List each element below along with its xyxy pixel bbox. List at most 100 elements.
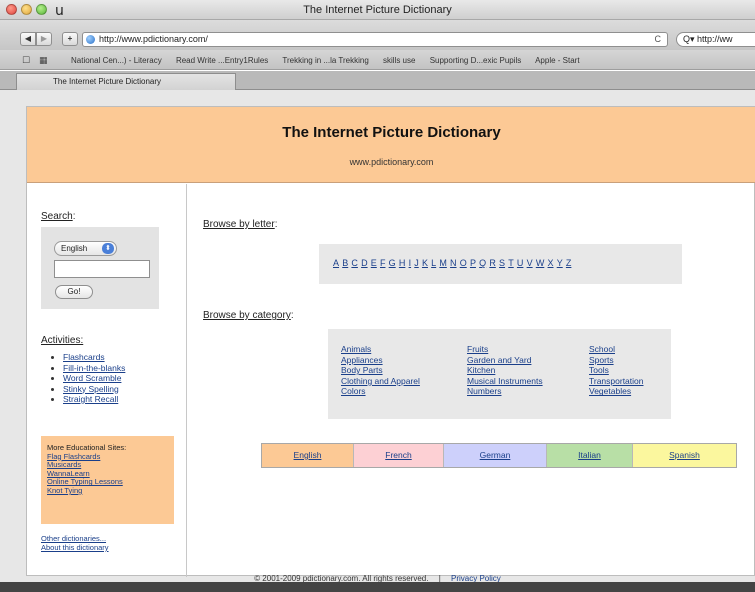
forward-button[interactable]: ▶ bbox=[36, 32, 52, 46]
letter-link-u[interactable]: U bbox=[517, 258, 524, 268]
language-link-spanish[interactable]: Spanish bbox=[669, 450, 700, 460]
letter-item: S bbox=[499, 258, 505, 268]
letter-item: Q bbox=[479, 258, 486, 268]
letter-item: L bbox=[431, 258, 436, 268]
back-button[interactable]: ◀ bbox=[20, 32, 36, 46]
window-title: The Internet Picture Dictionary bbox=[303, 4, 452, 16]
category-link-colors[interactable]: Colors bbox=[341, 386, 366, 396]
letter-item: C bbox=[351, 258, 358, 268]
letter-item: U bbox=[517, 258, 524, 268]
letter-link-s[interactable]: S bbox=[499, 258, 505, 268]
language-select[interactable]: English ⬍ bbox=[54, 241, 117, 256]
letter-item: K bbox=[422, 258, 428, 268]
reload-icon[interactable]: C bbox=[655, 33, 662, 46]
category-link-musical-instruments[interactable]: Musical Instruments bbox=[467, 376, 543, 386]
category-link-vegetables[interactable]: Vegetables bbox=[589, 386, 631, 396]
letter-link-x[interactable]: X bbox=[548, 258, 554, 268]
letter-item: X bbox=[548, 258, 554, 268]
bookmarks-bar: ☐ ▦ National Cen...) - Literacy Read Wri… bbox=[0, 50, 755, 70]
activity-link-stinky-spelling[interactable]: Stinky Spelling bbox=[63, 384, 119, 394]
language-link-italian[interactable]: Italian bbox=[578, 450, 601, 460]
category-link-garden[interactable]: Garden and Yard bbox=[467, 355, 531, 365]
bookmark-item[interactable]: Read Write ...Entry1Rules bbox=[176, 56, 268, 65]
language-cell-english[interactable]: English bbox=[262, 444, 354, 467]
search-input[interactable] bbox=[54, 260, 150, 278]
category-link-animals[interactable]: Animals bbox=[341, 344, 371, 354]
letter-link-m[interactable]: M bbox=[439, 258, 447, 268]
category-link-kitchen[interactable]: Kitchen bbox=[467, 365, 495, 375]
letter-link-j[interactable]: J bbox=[414, 258, 419, 268]
language-cell-italian[interactable]: Italian bbox=[547, 444, 633, 467]
letter-link-l[interactable]: L bbox=[431, 258, 436, 268]
page-viewport: The Internet Picture Dictionary www.pdic… bbox=[0, 90, 755, 592]
letter-link-c[interactable]: C bbox=[351, 258, 358, 268]
letter-link-h[interactable]: H bbox=[399, 258, 406, 268]
add-bookmark-button[interactable]: + bbox=[62, 32, 78, 46]
edu-link-knot-tying[interactable]: Knot Tying bbox=[47, 486, 82, 495]
reading-list-icon[interactable]: ☐ bbox=[22, 55, 30, 66]
category-link-numbers[interactable]: Numbers bbox=[467, 386, 501, 396]
letter-link-b[interactable]: B bbox=[342, 258, 348, 268]
activity-link-straight-recall[interactable]: Straight Recall bbox=[63, 394, 118, 404]
bookmark-item[interactable]: Supporting D...exic Pupils bbox=[430, 56, 522, 65]
letter-link-f[interactable]: F bbox=[380, 258, 386, 268]
activity-link-flashcards[interactable]: Flashcards bbox=[63, 352, 105, 362]
activity-link-word-scramble[interactable]: Word Scramble bbox=[63, 373, 121, 383]
category-link-appliances[interactable]: Appliances bbox=[341, 355, 383, 365]
letter-link-r[interactable]: R bbox=[489, 258, 496, 268]
language-cell-french[interactable]: French bbox=[354, 444, 444, 467]
category-link-tools[interactable]: Tools bbox=[589, 365, 609, 375]
bookmark-item[interactable]: Trekking in ...la Trekking bbox=[282, 56, 368, 65]
letter-item: P bbox=[470, 258, 476, 268]
language-cell-spanish[interactable]: Spanish bbox=[633, 444, 736, 467]
search-panel: English ⬍ Go! bbox=[41, 227, 159, 309]
letter-link-t[interactable]: T bbox=[508, 258, 514, 268]
site-url: www.pdictionary.com bbox=[349, 157, 434, 167]
bookmark-item[interactable]: skills use bbox=[383, 56, 415, 65]
category-link-sports[interactable]: Sports bbox=[589, 355, 614, 365]
bookmark-item[interactable]: National Cen...) - Literacy bbox=[71, 56, 162, 65]
title-bar: u The Internet Picture Dictionary bbox=[0, 0, 755, 20]
activity-item: Flashcards bbox=[63, 352, 125, 363]
browser-search-field[interactable]: Q▾ http://ww bbox=[676, 32, 755, 47]
letter-link-g[interactable]: G bbox=[389, 258, 396, 268]
language-link-english[interactable]: English bbox=[294, 450, 322, 460]
letter-item: F bbox=[380, 258, 386, 268]
letter-link-n[interactable]: N bbox=[450, 258, 457, 268]
letter-link-d[interactable]: D bbox=[361, 258, 368, 268]
activity-link-fill-in-the-blanks[interactable]: Fill-in-the-blanks bbox=[63, 363, 125, 373]
category-link-fruits[interactable]: Fruits bbox=[467, 344, 488, 354]
category-link-transportation[interactable]: Transportation bbox=[589, 376, 644, 386]
letter-link-v[interactable]: V bbox=[527, 258, 533, 268]
letter-item: A bbox=[333, 258, 339, 268]
letter-link-p[interactable]: P bbox=[470, 258, 476, 268]
address-text: http://www.pdictionary.com/ bbox=[99, 34, 208, 44]
bookmark-item[interactable]: Apple - Start bbox=[535, 56, 579, 65]
letter-link-a[interactable]: A bbox=[333, 258, 339, 268]
letter-link-z[interactable]: Z bbox=[566, 258, 572, 268]
top-sites-icon[interactable]: ▦ bbox=[39, 55, 48, 66]
letter-item: E bbox=[371, 258, 377, 268]
letter-link-o[interactable]: O bbox=[460, 258, 467, 268]
letter-link-e[interactable]: E bbox=[371, 258, 377, 268]
letter-link-k[interactable]: K bbox=[422, 258, 428, 268]
category-link-clothing[interactable]: Clothing and Apparel bbox=[341, 376, 420, 386]
language-link-french[interactable]: French bbox=[385, 450, 411, 460]
category-link-school[interactable]: School bbox=[589, 344, 615, 354]
letter-item: V bbox=[527, 258, 533, 268]
main-content: Browse by letter: ABCDEFGHIJKLMNOPQRSTUV… bbox=[188, 184, 755, 577]
address-bar[interactable]: http://www.pdictionary.com/ C bbox=[82, 32, 668, 47]
letter-link-y[interactable]: Y bbox=[557, 258, 563, 268]
about-dictionary-link[interactable]: About this dictionary bbox=[41, 543, 109, 552]
search-label: Search: bbox=[41, 211, 76, 222]
letter-link-w[interactable]: W bbox=[536, 258, 545, 268]
go-button[interactable]: Go! bbox=[55, 285, 93, 299]
tab-internet-picture-dictionary[interactable]: The Internet Picture Dictionary bbox=[16, 73, 236, 90]
language-link-german[interactable]: German bbox=[480, 450, 511, 460]
other-dictionaries-link[interactable]: Other dictionaries... bbox=[41, 534, 106, 543]
letter-link-q[interactable]: Q bbox=[479, 258, 486, 268]
letter-item: J bbox=[414, 258, 419, 268]
language-cell-german[interactable]: German bbox=[444, 444, 547, 467]
letter-link-i[interactable]: I bbox=[409, 258, 412, 268]
category-link-body-parts[interactable]: Body Parts bbox=[341, 365, 383, 375]
